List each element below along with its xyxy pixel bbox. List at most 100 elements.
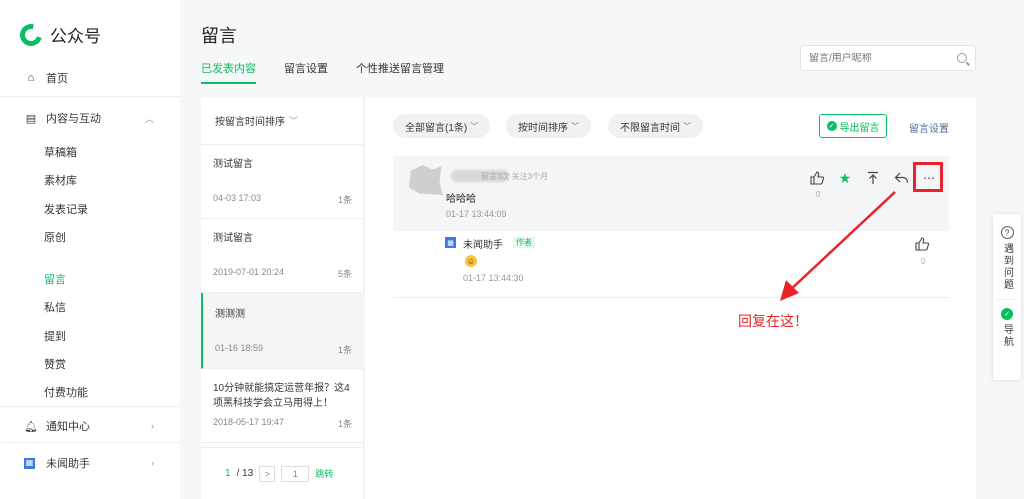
filter-sort[interactable]: 按时间排序 ﹀ (506, 114, 591, 138)
sidebar-item-label: 通知中心 (46, 421, 90, 433)
thumbs-up-icon[interactable] (915, 237, 930, 254)
article-title: 测试留言 (213, 159, 253, 170)
sidebar-item-label: 内容与互动 (46, 113, 101, 125)
tab-bar: 已发表内容 留言设置 个性推送留言管理 (201, 60, 472, 84)
filter-label: 按时间排序 (518, 122, 568, 134)
search-icon[interactable] (957, 53, 967, 63)
comment-settings-link[interactable]: 留言设置 (909, 120, 949, 135)
tab-comment-settings[interactable]: 留言设置 (284, 60, 328, 84)
article-date: 04-03 17:03 (213, 193, 262, 203)
export-comments-button[interactable]: ✓ 导出留言 (819, 114, 887, 138)
reply-author: 未闻助手 (463, 240, 503, 251)
list-item[interactable]: 测试留言 04-03 17:03 1条 (201, 145, 364, 219)
sort-dropdown[interactable]: 按留言时间排序 ﹀ (201, 97, 363, 145)
assistant-icon: ▦ (24, 457, 35, 469)
article-date: 2018-05-17 19:47 (213, 417, 285, 427)
sidebar-item-home[interactable]: ⌂ 首页 (24, 70, 154, 86)
sidebar-item-publish-records[interactable]: 发表记录 (44, 201, 88, 217)
comment-count: 1条 (337, 419, 352, 429)
divider (0, 442, 180, 443)
sidebar-item-original[interactable]: 原创 (44, 229, 66, 245)
chevron-down-icon: ﹀ (470, 121, 479, 131)
commenter-meta: 留言3次 关注3个月 (481, 172, 549, 181)
sidebar-item-mentions[interactable]: 提到 (44, 328, 66, 344)
divider (997, 299, 1017, 300)
comment-item: 留言3次 关注3个月 哈哈哈 01-17 13:44:09 ★ ⋯ 0 (393, 156, 949, 231)
list-item[interactable]: 测试留言 2019-07-01 20:24 5条 (201, 219, 364, 293)
avatar[interactable] (409, 165, 443, 195)
bell-icon: 🔔︎ (24, 420, 38, 433)
page-current: 1 (225, 468, 231, 479)
search-input[interactable] (809, 52, 957, 64)
export-icon: ✓ (826, 121, 837, 131)
article-list: 按留言时间排序 ﹀ 测试留言 04-03 17:03 1条 测试留言 2019-… (201, 97, 364, 499)
app-name: 公众号 (50, 27, 101, 46)
sidebar-item-content[interactable]: ▤ 内容与互动 ︿ (24, 110, 154, 126)
comment-panel: 全部留言(1条) ﹀ 按时间排序 ﹀ 不限留言时间 ﹀ ✓ 导出留言 留言设置 … (365, 97, 976, 499)
page-title: 留言 (201, 26, 237, 46)
sidebar-item-label: 首页 (46, 73, 68, 85)
article-date: 01-16 18:59 (215, 343, 264, 353)
sidebar-item-assistant[interactable]: ▦ 未闻助手 › (24, 455, 154, 471)
sidebar-item-paid[interactable]: 付费功能 (44, 384, 88, 400)
comment-count: 5条 (337, 269, 352, 279)
list-item-selected[interactable]: 测测测 01-16 18:59 1条 (201, 293, 364, 369)
chevron-right-icon: › (151, 458, 154, 468)
smile-emoji-icon: ☺ (465, 255, 477, 267)
filter-time[interactable]: 不限留言时间 ﹀ (608, 114, 703, 138)
sidebar-item-messages[interactable]: 私信 (44, 299, 66, 315)
divider (0, 406, 180, 407)
chevron-up-icon: ︿ (144, 113, 154, 124)
sidebar-item-materials[interactable]: 素材库 (44, 172, 77, 188)
filter-all-comments[interactable]: 全部留言(1条) ﹀ (393, 114, 491, 138)
home-icon: ⌂ (27, 72, 35, 84)
comment-count: 1条 (337, 195, 352, 205)
article-date: 2019-07-01 20:24 (213, 267, 285, 277)
list-item[interactable]: 10分钟就能搞定运营年报？这4项黑科技学会立马用得上！ 2018-05-17 1… (201, 369, 364, 443)
wechat-mp-logo-icon (15, 19, 47, 50)
reply-highlight-box (913, 162, 943, 192)
divider (393, 297, 949, 298)
author-badge: 作者 (513, 237, 535, 248)
reply-icon[interactable] (893, 170, 909, 186)
help-label[interactable]: 遇到问题 (1000, 243, 1015, 291)
annotation-text: 回复在这！ (738, 314, 808, 330)
comment-time: 01-17 13:44:09 (446, 209, 507, 219)
sort-label: 按留言时间排序 (215, 117, 285, 128)
filter-label: 全部留言(1条) (405, 122, 468, 134)
sidebar-item-comments[interactable]: 留言 (44, 271, 66, 287)
reply-like-count: 0 (921, 257, 926, 266)
sidebar-item-label: 未闻助手 (46, 458, 90, 470)
page-jump-input[interactable]: 1 (281, 465, 310, 482)
comment-text: 哈哈哈 (446, 194, 476, 205)
question-icon[interactable]: ? (1000, 226, 1014, 239)
jump-button[interactable]: 跳转 (315, 467, 333, 480)
document-icon: ▤ (25, 112, 37, 125)
article-title: 测试留言 (213, 233, 253, 244)
export-label: 导出留言 (839, 122, 880, 134)
logo[interactable]: 公众号 (15, 19, 101, 50)
sidebar-item-drafts[interactable]: 草稿箱 (44, 144, 77, 160)
comment-count: 1条 (337, 345, 352, 355)
search-box[interactable] (800, 45, 976, 71)
pin-top-icon[interactable] (865, 170, 881, 186)
help-floater: ? 遇到问题 ✓ 导航 (993, 214, 1021, 380)
chevron-down-icon: ﹀ (683, 121, 691, 131)
sidebar-item-rewards[interactable]: 赞赏 (44, 356, 66, 372)
article-title: 10分钟就能搞定运营年报？这4项黑科技学会立马用得上！ (213, 383, 350, 409)
pagination: 1 / 13 > 1 跳转 (201, 447, 364, 499)
divider (0, 96, 180, 97)
filter-label: 不限留言时间 (620, 122, 680, 134)
navigation-icon[interactable]: ✓ (1001, 308, 1013, 320)
thumbs-up-icon[interactable] (809, 170, 825, 186)
chevron-down-icon: ﹀ (289, 116, 299, 126)
sidebar-item-notice-center[interactable]: 🔔︎ 通知中心 › (24, 418, 154, 434)
star-icon[interactable]: ★ (837, 170, 853, 186)
comment-like-count: 0 (816, 190, 821, 199)
page-total: / 13 (236, 468, 254, 479)
tab-published[interactable]: 已发表内容 (201, 60, 256, 84)
nav-label[interactable]: 导航 (1000, 324, 1015, 348)
tab-personalized-push[interactable]: 个性推送留言管理 (356, 60, 444, 84)
next-page-button[interactable]: > (259, 465, 276, 482)
sidebar: 公众号 ⌂ 首页 ▤ 内容与互动 ︿ 草稿箱 素材库 发表记录 原创 留言 私信… (0, 0, 180, 499)
